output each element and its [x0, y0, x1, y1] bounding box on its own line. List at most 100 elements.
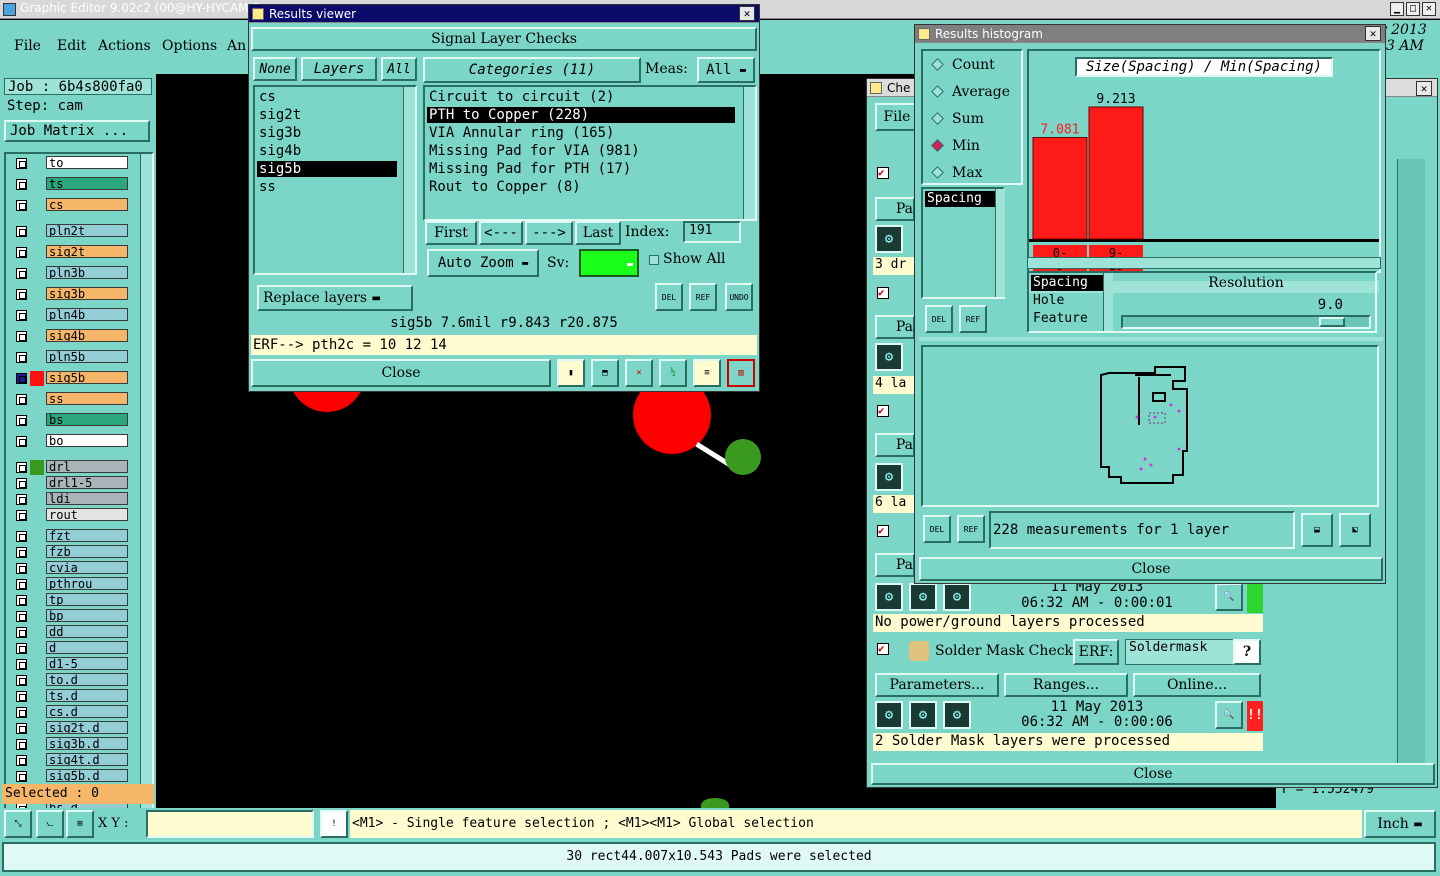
- layer-row[interactable]: cvia: [6, 561, 138, 577]
- run-all-icon-5[interactable]: ⚙: [909, 701, 937, 729]
- layer-color-swatch[interactable]: [30, 657, 44, 672]
- help-button[interactable]: ?: [1233, 639, 1261, 665]
- histogram-close-x[interactable]: ✕: [1365, 26, 1381, 41]
- ref-cross-icon[interactable]: ✕: [625, 359, 653, 387]
- layer-row[interactable]: d1-5: [6, 657, 138, 673]
- mode-radio-count[interactable]: Count: [931, 57, 995, 73]
- layer-color-swatch[interactable]: [30, 737, 44, 752]
- res-list-spacing[interactable]: Spacing: [1031, 275, 1107, 291]
- layer-color-swatch[interactable]: [30, 625, 44, 640]
- layer-checkbox[interactable]: [16, 707, 27, 718]
- measure-tool-icon[interactable]: ⦦: [36, 810, 64, 838]
- layer-color-swatch[interactable]: [30, 392, 44, 407]
- layer-row[interactable]: sig3b: [6, 287, 138, 303]
- spacing-list-item[interactable]: Spacing: [925, 191, 997, 207]
- index-input[interactable]: 191: [683, 221, 741, 243]
- layer-color-swatch[interactable]: [30, 224, 44, 239]
- histogram-hscroll[interactable]: [1027, 257, 1381, 269]
- stats-icon[interactable]: ▮: [557, 359, 585, 387]
- layer-color-swatch[interactable]: [30, 705, 44, 720]
- layer-checkbox[interactable]: [16, 373, 27, 384]
- layer-name[interactable]: to: [46, 156, 128, 169]
- layer-name[interactable]: pthrou: [46, 577, 128, 590]
- layer-color-swatch[interactable]: [30, 561, 44, 576]
- layer-name[interactable]: sig3b: [46, 287, 128, 300]
- run-icon-4[interactable]: ⚙: [875, 583, 903, 611]
- layer-name[interactable]: cs: [46, 198, 128, 211]
- layer-color-swatch[interactable]: [30, 508, 44, 523]
- category-item[interactable]: VIA Annular ring (165): [427, 125, 735, 141]
- prev-button[interactable]: <---: [479, 221, 523, 245]
- params-button-4[interactable]: Pa: [875, 553, 915, 577]
- layer-name[interactable]: tp: [46, 593, 128, 606]
- layer-name[interactable]: pln5b: [46, 350, 128, 363]
- layer-row[interactable]: sig3b.d: [6, 737, 138, 753]
- resolution-slider-handle[interactable]: [1319, 317, 1345, 327]
- layer-checkbox[interactable]: [16, 394, 27, 405]
- export-icon-2[interactable]: ⬕: [1339, 513, 1371, 547]
- maximize-button[interactable]: □: [1406, 2, 1420, 16]
- layer-name[interactable]: bs: [46, 413, 128, 426]
- units-dropdown[interactable]: Inch ▬: [1364, 810, 1436, 838]
- category-item[interactable]: Missing Pad for PTH (17): [427, 161, 735, 177]
- layer-name[interactable]: sig4t.d: [46, 753, 128, 766]
- layer-color-swatch[interactable]: [30, 156, 44, 171]
- category-item[interactable]: PTH to Copper (228): [427, 107, 735, 123]
- menu-options[interactable]: Options: [162, 38, 217, 54]
- checks-close-x[interactable]: ✕: [1416, 81, 1432, 96]
- mode-radio-max[interactable]: Max: [931, 165, 983, 181]
- layer-row[interactable]: ts.d: [6, 689, 138, 705]
- layer-checkbox[interactable]: [16, 595, 27, 606]
- layer-checkbox[interactable]: [16, 579, 27, 590]
- ref-icon[interactable]: REF: [689, 283, 717, 311]
- layer-row[interactable]: fzb: [6, 545, 138, 561]
- layer-name[interactable]: sig2t.d: [46, 721, 128, 734]
- hist-ref-icon-2[interactable]: REF: [957, 515, 985, 543]
- layer-color-swatch[interactable]: [30, 329, 44, 344]
- layer-name[interactable]: to.d: [46, 673, 128, 686]
- histogram-bar[interactable]: [1032, 137, 1088, 240]
- layer-checkbox[interactable]: [16, 563, 27, 574]
- layer-color-swatch[interactable]: [30, 198, 44, 213]
- layer-name[interactable]: d: [46, 641, 128, 654]
- snap-tool-icon[interactable]: ⊞: [66, 810, 94, 838]
- check-toggle-4[interactable]: ✔: [877, 525, 889, 537]
- layer-checkbox[interactable]: [16, 268, 27, 279]
- layer-checkbox[interactable]: [16, 510, 27, 521]
- layer-checkbox[interactable]: [16, 739, 27, 750]
- layer-color-swatch[interactable]: [30, 460, 44, 475]
- layer-name[interactable]: sig4b: [46, 329, 128, 342]
- layer-color-swatch[interactable]: [30, 577, 44, 592]
- layer-name[interactable]: dd: [46, 625, 128, 638]
- layer-checkbox[interactable]: [16, 494, 27, 505]
- layer-row[interactable]: to.d: [6, 673, 138, 689]
- spacing-scrollbar[interactable]: [995, 189, 1005, 297]
- menu-file[interactable]: File: [14, 38, 41, 54]
- select-tool-icon[interactable]: ⤡: [4, 810, 32, 838]
- layer-color-swatch[interactable]: [30, 753, 44, 768]
- layer-row[interactable]: cs.d: [6, 705, 138, 721]
- layer-row[interactable]: bo: [6, 434, 138, 450]
- category-scrollbar[interactable]: [743, 87, 755, 219]
- category-item[interactable]: Missing Pad for VIA (981): [427, 143, 735, 159]
- layer-checkbox[interactable]: [16, 547, 27, 558]
- layer-name[interactable]: sig5b: [46, 371, 128, 384]
- run-all-icon-4[interactable]: ⚙: [909, 583, 937, 611]
- layer-checkbox[interactable]: [16, 723, 27, 734]
- online-button[interactable]: Online...: [1133, 673, 1261, 697]
- layer-name[interactable]: fzb: [46, 545, 128, 558]
- layer-color-swatch[interactable]: [30, 492, 44, 507]
- layer-color-swatch[interactable]: [30, 245, 44, 260]
- layer-name[interactable]: sig5b.d: [46, 769, 128, 782]
- layer-name[interactable]: fzt: [46, 529, 128, 542]
- result-layer-item[interactable]: cs: [257, 89, 397, 105]
- layer-row[interactable]: ss: [6, 392, 138, 408]
- layer-checkbox[interactable]: [16, 755, 27, 766]
- res-list-scrollbar[interactable]: [1103, 273, 1113, 331]
- checks-file-menu[interactable]: File: [875, 103, 919, 131]
- layer-color-swatch[interactable]: [30, 308, 44, 323]
- histogram-icon[interactable]: ▥: [727, 359, 755, 387]
- solder-mask-toggle[interactable]: ✔: [877, 643, 889, 655]
- res-list-hole[interactable]: Hole: [1033, 293, 1064, 308]
- layer-name[interactable]: ts.d: [46, 689, 128, 702]
